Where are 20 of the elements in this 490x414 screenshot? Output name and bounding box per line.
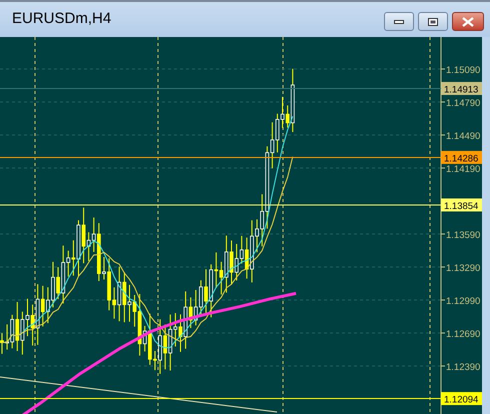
- price-tick-label: 1.15090: [440, 65, 480, 76]
- price-badge: 1.14913: [441, 82, 482, 96]
- restore-icon: [428, 18, 438, 26]
- close-button[interactable]: [452, 12, 484, 31]
- close-icon: [462, 16, 474, 26]
- minimize-button[interactable]: [384, 12, 414, 31]
- price-tick-label: 1.13590: [440, 230, 480, 241]
- price-tick-label: 1.14190: [440, 164, 480, 175]
- price-tick-label: 1.12390: [440, 362, 480, 373]
- maximize-button[interactable]: [418, 12, 448, 31]
- price-tick-label: 1.14790: [440, 98, 480, 109]
- window-title: EURUSDm,H4: [12, 9, 112, 30]
- price-tick-label: 1.13290: [440, 263, 480, 274]
- price-badge: 1.14286: [441, 150, 482, 164]
- price-badge: 1.13854: [441, 198, 482, 212]
- price-tick-label: 1.12690: [440, 329, 480, 340]
- price-badge: 1.12094: [441, 392, 482, 406]
- price-tick-label: 1.12990: [440, 296, 480, 307]
- minimize-icon: [394, 20, 404, 24]
- price-tick-label: 1.14490: [440, 131, 480, 142]
